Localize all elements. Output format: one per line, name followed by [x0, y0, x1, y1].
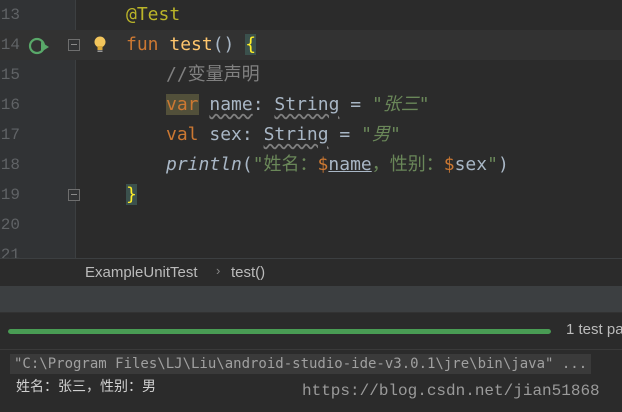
annotation-token: @Test: [126, 4, 181, 25]
string-token: ，性别：: [371, 154, 444, 175]
watermark: https://blog.csdn.net/jian51868: [302, 382, 600, 400]
keyword-token: val: [166, 124, 199, 145]
template-var-token: name: [328, 154, 372, 175]
code-line[interactable]: 20: [0, 210, 622, 240]
code-text[interactable]: var name: String = "张三": [166, 90, 430, 120]
string-token: ": [487, 154, 498, 175]
console-command-line[interactable]: "C:\Program Files\LJ\Liu\android-studio-…: [10, 354, 592, 374]
brace-token: {: [245, 34, 257, 55]
fold-toggle-icon[interactable]: [68, 39, 80, 51]
breadcrumb-method[interactable]: test(): [231, 264, 265, 281]
keyword-token: fun: [126, 34, 159, 55]
breadcrumb-separator-icon: ›: [216, 263, 221, 278]
intention-bulb-icon[interactable]: [93, 35, 107, 55]
line-number: 13: [0, 6, 20, 24]
template-dollar-token: $: [443, 154, 455, 175]
paren-token: (: [241, 154, 253, 175]
function-name-token: test: [169, 34, 213, 55]
line-number: 21: [0, 246, 20, 258]
fold-end-icon[interactable]: [68, 189, 80, 201]
equals-token: =: [339, 94, 372, 115]
breadcrumb-class[interactable]: ExampleUnitTest: [85, 264, 198, 281]
paren-token: ): [497, 154, 509, 175]
string-token: "姓名：: [252, 154, 318, 175]
brace-token: }: [126, 184, 137, 205]
test-progress-fill: [8, 329, 551, 334]
code-line[interactable]: 17 val sex: String = "男": [0, 120, 622, 150]
line-number: 14: [0, 36, 20, 54]
keyword-token: var: [166, 94, 199, 115]
template-var-token: sex: [454, 154, 488, 175]
code-line-current[interactable]: 14 fun test() {: [0, 30, 622, 60]
code-text[interactable]: //变量声明: [166, 60, 260, 90]
code-text[interactable]: fun test() {: [126, 30, 257, 60]
type-token: String: [274, 94, 340, 115]
breadcrumb: ExampleUnitTest › test(): [0, 258, 622, 286]
type-token: String: [263, 124, 329, 145]
code-text[interactable]: println("姓名：$name，性别：$sex"): [166, 150, 509, 180]
colon-token: :: [252, 94, 275, 115]
line-number: 15: [0, 66, 20, 84]
identifier-token: sex: [209, 124, 242, 145]
equals-token: =: [328, 124, 362, 145]
code-editor[interactable]: 13 @Test 14 fun test() { 15 //变量声明 16 va…: [0, 0, 622, 258]
run-console[interactable]: "C:\Program Files\LJ\Liu\android-studio-…: [0, 350, 622, 412]
string-token: "张三": [371, 94, 430, 115]
line-number: 17: [0, 126, 20, 144]
code-line[interactable]: 21: [0, 240, 622, 258]
identifier-token: name: [209, 94, 253, 115]
string-token: "男": [361, 124, 401, 145]
code-line[interactable]: 19 }: [0, 180, 622, 210]
run-toolbar: [0, 286, 622, 313]
colon-token: :: [241, 124, 264, 145]
code-line[interactable]: 16 var name: String = "张三": [0, 90, 622, 120]
parens-token: (): [212, 34, 235, 55]
test-progress-area: 1 test pa: [0, 313, 622, 350]
template-dollar-token: $: [317, 154, 329, 175]
test-status-label: 1 test pa: [566, 321, 622, 338]
console-output: 姓名：张三，性别：男: [16, 379, 156, 395]
code-line[interactable]: 13 @Test: [0, 0, 622, 30]
run-test-icon[interactable]: [28, 36, 50, 56]
function-call-token: println: [166, 154, 242, 175]
code-text[interactable]: val sex: String = "男": [166, 120, 401, 150]
comment-token: //变量声明: [166, 64, 260, 85]
code-line[interactable]: 15 //变量声明: [0, 60, 622, 90]
code-line[interactable]: 18 println("姓名：$name，性别：$sex"): [0, 150, 622, 180]
line-number: 19: [0, 186, 20, 204]
code-text[interactable]: @Test: [126, 0, 180, 30]
line-number: 16: [0, 96, 20, 114]
line-number: 20: [0, 216, 20, 234]
code-text[interactable]: }: [126, 180, 137, 210]
line-number: 18: [0, 156, 20, 174]
test-progress-bar: [8, 329, 551, 334]
